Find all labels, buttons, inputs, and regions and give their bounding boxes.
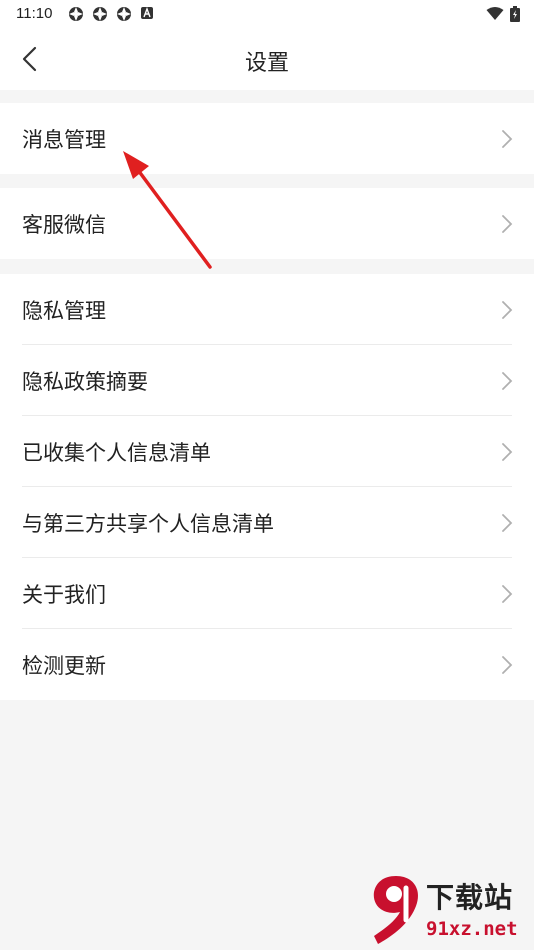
chevron-right-icon <box>502 215 513 233</box>
notification-icons <box>68 6 154 22</box>
settings-item-label: 检测更新 <box>22 653 106 678</box>
settings-item-label: 消息管理 <box>22 127 106 152</box>
settings-item-message-management[interactable]: 消息管理 <box>0 103 534 174</box>
wifi-icon <box>486 7 504 20</box>
app-icon <box>93 7 107 21</box>
chevron-right-icon <box>502 656 513 674</box>
status-right-icons <box>486 6 520 22</box>
app-icon <box>117 7 131 21</box>
settings-item-label: 隐私管理 <box>22 298 106 323</box>
page-title: 设置 <box>244 51 289 76</box>
settings-item-label: 客服微信 <box>22 212 106 237</box>
status-time: 11:10 <box>16 5 53 22</box>
settings-item-privacy-policy-summary[interactable]: 隐私政策摘要 <box>0 345 534 416</box>
chevron-right-icon <box>502 585 513 603</box>
settings-item-about-us[interactable]: 关于我们 <box>0 558 534 629</box>
settings-item-label: 已收集个人信息清单 <box>22 440 211 465</box>
settings-item-third-party-sharing-list[interactable]: 与第三方共享个人信息清单 <box>0 487 534 558</box>
chevron-right-icon <box>502 130 513 148</box>
a-icon <box>141 7 153 19</box>
watermark-url: 91xz.net <box>426 918 518 940</box>
chevron-right-icon <box>502 443 513 461</box>
watermark-title: 下载站 <box>426 881 514 914</box>
chevron-right-icon <box>502 514 513 532</box>
watermark: 下载站 91xz.net <box>364 870 534 950</box>
nav-bar: 设置 <box>0 28 534 90</box>
chevron-right-icon <box>502 301 513 319</box>
settings-item-label: 与第三方共享个人信息清单 <box>22 511 274 536</box>
app-icon <box>69 7 83 21</box>
settings-item-privacy-management[interactable]: 隐私管理 <box>0 274 534 345</box>
status-bar: 11:10 <box>0 0 534 28</box>
settings-item-customer-service-wechat[interactable]: 客服微信 <box>0 188 534 259</box>
battery-icon <box>510 6 520 22</box>
chevron-right-icon <box>502 372 513 390</box>
settings-item-label: 关于我们 <box>22 582 106 607</box>
settings-group-1: 消息管理 <box>0 103 534 174</box>
settings-item-label: 隐私政策摘要 <box>22 369 148 394</box>
settings-group-3: 隐私管理 隐私政策摘要 已收集个人信息清单 与第三方共享个人信息清单 关于我们 … <box>0 274 534 700</box>
settings-group-2: 客服微信 <box>0 188 534 259</box>
watermark-logo-icon <box>373 876 418 944</box>
settings-item-check-update[interactable]: 检测更新 <box>0 629 534 700</box>
settings-item-collected-info-list[interactable]: 已收集个人信息清单 <box>0 416 534 487</box>
